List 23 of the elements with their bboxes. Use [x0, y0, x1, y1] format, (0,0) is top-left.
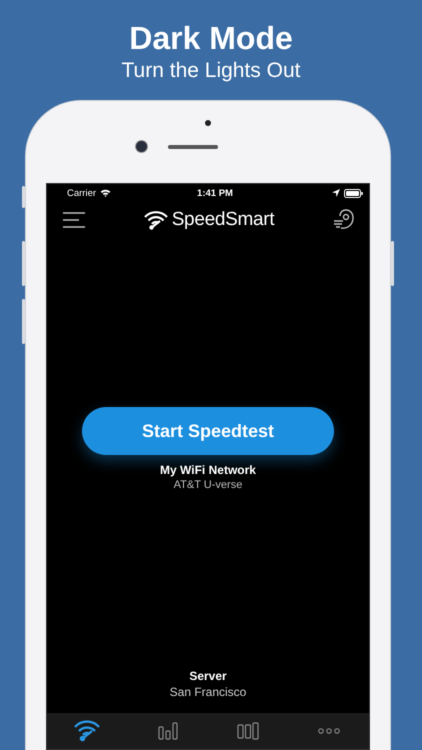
network-provider: AT&T U-verse	[174, 479, 242, 491]
wifi-logo-icon	[144, 210, 168, 230]
more-tab-icon[interactable]	[318, 728, 340, 734]
start-speedtest-button[interactable]: Start Speedtest	[82, 407, 334, 455]
columns-tab-icon[interactable]	[237, 722, 260, 740]
location-icon	[332, 189, 340, 197]
sensor-icon	[205, 120, 211, 126]
wifi-icon	[100, 189, 112, 197]
speaker-slot	[168, 144, 218, 148]
app-title: SpeedSmart	[172, 209, 274, 231]
bar-chart-tab-icon[interactable]	[158, 722, 178, 740]
headline-title: Dark Mode	[129, 20, 293, 56]
server-label: Server	[189, 669, 227, 683]
battery-icon	[344, 188, 363, 198]
status-time: 1:41 PM	[197, 188, 233, 198]
carrier-label: Carrier	[67, 188, 96, 198]
server-location: San Francisco	[170, 685, 246, 699]
ear-icon[interactable]	[333, 209, 355, 231]
network-name: My WiFi Network	[160, 463, 256, 477]
menu-icon[interactable]	[63, 212, 85, 228]
camera-icon	[134, 140, 148, 153]
wifi-tab-icon[interactable]	[74, 720, 100, 742]
headline-subtitle: Turn the Lights Out	[122, 58, 300, 84]
